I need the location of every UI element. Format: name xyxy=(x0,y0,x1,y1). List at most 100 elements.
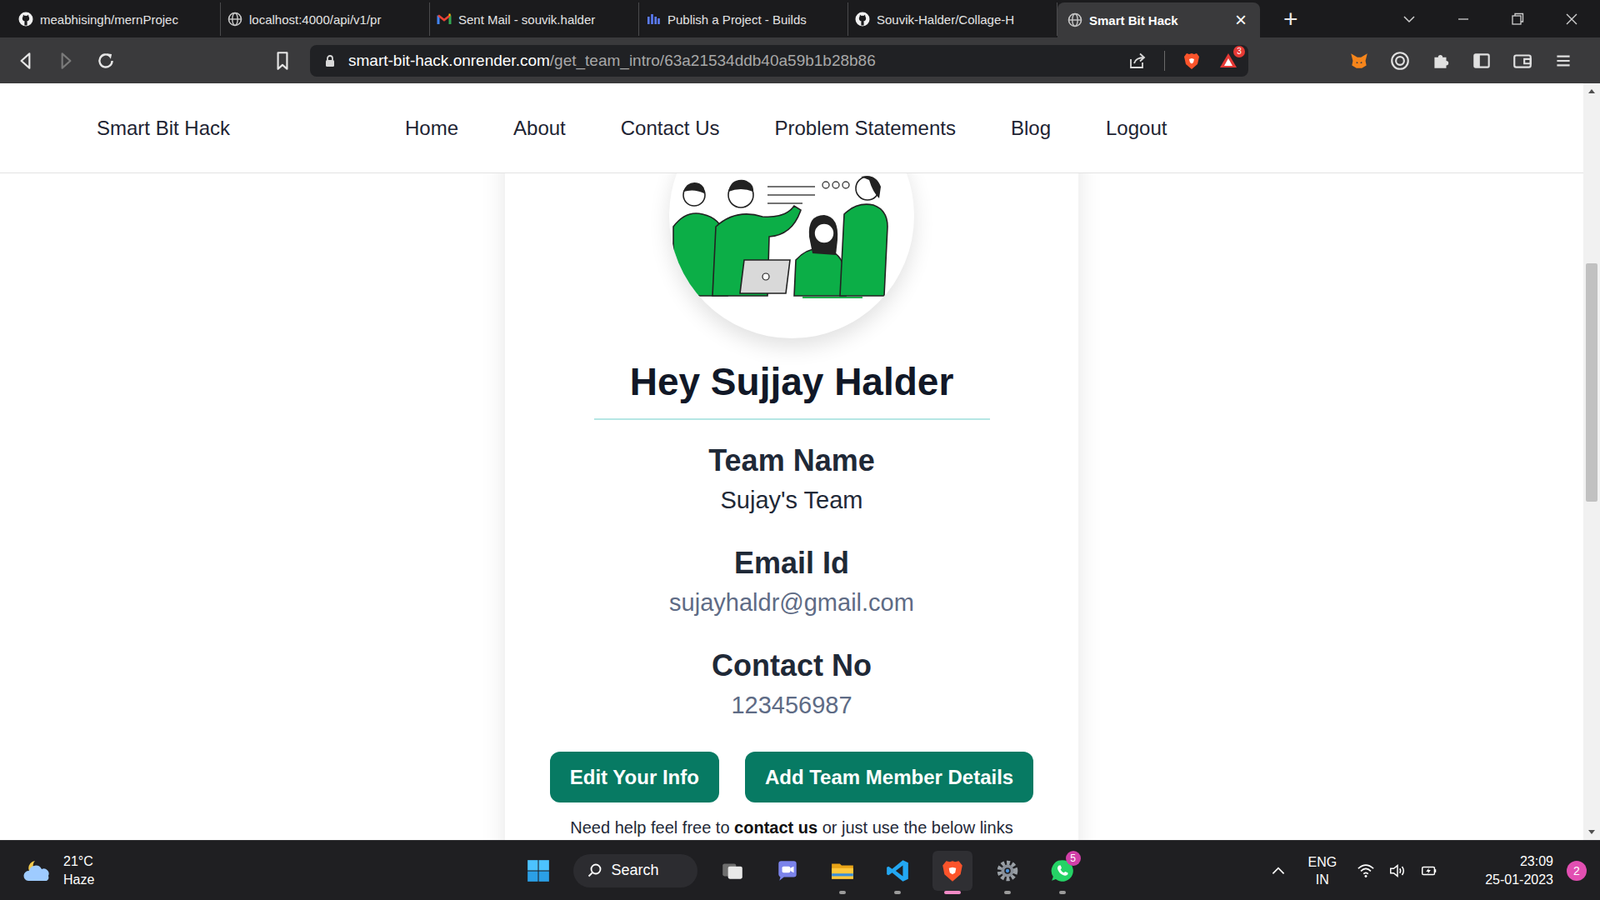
taskbar: 21°CHaze Search 5 ENGIN 23:0925-01-2023 2 xyxy=(0,840,1600,900)
brand-logo[interactable]: Smart Bit Hack xyxy=(96,116,230,140)
help-text: Need help feel free to contact us or jus… xyxy=(570,817,1013,838)
system-tray: ENGIN 23:0925-01-2023 2 xyxy=(1082,852,1600,890)
scroll-down-icon[interactable] xyxy=(1583,823,1600,840)
nav-link[interactable]: Blog xyxy=(1010,116,1051,140)
nav-link[interactable]: Home xyxy=(405,116,459,140)
wifi-icon[interactable] xyxy=(1356,861,1375,880)
close-window-icon[interactable] xyxy=(1563,10,1580,28)
info-field: Team NameSujay's Team xyxy=(708,442,875,515)
rewards-badge: 3 xyxy=(1233,45,1245,58)
taskbar-app[interactable] xyxy=(822,850,863,891)
nav-links: Home About Contact Us Problem Statements Blo… xyxy=(405,116,1167,140)
battery-icon[interactable] xyxy=(1420,861,1439,880)
weather-widget[interactable]: 21°CHaze xyxy=(0,852,519,890)
field-label: Team Name xyxy=(708,442,875,480)
start-button[interactable] xyxy=(518,850,559,891)
info-field: Email Id sujayhaldr@gmail.com xyxy=(669,545,915,618)
language-indicator[interactable]: ENGIN xyxy=(1307,853,1337,889)
address-bar[interactable]: smart-bit-hack.onrender.com/get_team_int… xyxy=(310,45,1249,77)
tab-label: Sent Mail - souvik.halder xyxy=(458,12,632,27)
taskbar-app[interactable] xyxy=(767,850,808,891)
field-value: 123456987 xyxy=(730,690,852,720)
target-icon[interactable] xyxy=(1389,50,1411,72)
github-icon xyxy=(18,11,34,27)
scrollbar[interactable] xyxy=(1583,83,1600,840)
field-label: Email Id xyxy=(734,545,850,582)
browser-tab[interactable]: Publish a Project - Builds xyxy=(639,2,849,36)
extensions xyxy=(1348,50,1594,72)
desktop-screen: meabhisingh/mernProjec localhost:4000/api… xyxy=(0,0,1600,900)
tab-label: Smart Bit Hack xyxy=(1089,13,1225,28)
sidebar-icon[interactable] xyxy=(1470,50,1493,72)
team-info: Team NameSujay's Team Email Id sujayhaldr@… xyxy=(669,442,915,720)
taskbar-app[interactable] xyxy=(987,850,1028,891)
brave-rewards[interactable]: 3 xyxy=(1218,50,1239,71)
running-indicator xyxy=(944,890,961,895)
brave-browser-icon xyxy=(940,858,965,884)
taskbar-app[interactable] xyxy=(932,850,973,891)
menu-icon[interactable] xyxy=(1552,50,1575,72)
puzzle-icon[interactable] xyxy=(1430,50,1452,72)
date: 25-01-2023 xyxy=(1485,870,1554,890)
running-indicator xyxy=(1059,890,1066,895)
window-controls xyxy=(1400,10,1600,28)
info-field: Contact No123456987 xyxy=(711,647,872,720)
contact-us-link[interactable]: contact us xyxy=(734,818,818,837)
temperature: 21°C xyxy=(63,852,95,871)
restore-icon[interactable] xyxy=(1509,10,1526,28)
forward-icon[interactable] xyxy=(55,50,77,72)
tab-search-chevron-icon[interactable] xyxy=(1400,10,1418,28)
scroll-up-icon[interactable] xyxy=(1583,83,1600,100)
tab-label: localhost:4000/api/v1/pr xyxy=(249,12,423,27)
share-icon[interactable] xyxy=(1127,50,1148,71)
nav-link[interactable]: About xyxy=(513,116,566,140)
browser-tab[interactable]: Souvik-Halder/Collage-H xyxy=(848,2,1058,36)
scroll-thumb[interactable] xyxy=(1585,263,1598,502)
volume-icon[interactable] xyxy=(1388,861,1407,880)
wallet-icon[interactable] xyxy=(1511,50,1534,72)
weather-condition: Haze xyxy=(63,870,95,890)
nav-link[interactable]: Problem Statements xyxy=(775,116,956,140)
nav-link[interactable]: Logout xyxy=(1105,116,1167,140)
taskbar-app[interactable] xyxy=(877,850,918,891)
navbar: Smart Bit Hack Home About Contact Us Problem… xyxy=(0,83,1584,174)
brave-shields-icon[interactable] xyxy=(1181,50,1202,71)
field-value: sujayhaldr@gmail.com xyxy=(669,587,915,618)
tab-label: meabhisingh/mernProjec xyxy=(40,12,214,27)
browser-tab[interactable]: meabhisingh/mernProjec xyxy=(11,2,221,36)
settings-gear-icon xyxy=(995,858,1020,884)
nav-link[interactable]: Contact Us xyxy=(620,116,720,140)
browser-tab[interactable]: Smart Bit Hack × xyxy=(1057,2,1260,38)
taskbar-app[interactable] xyxy=(712,850,753,891)
new-tab-button[interactable]: + xyxy=(1278,6,1304,32)
globe-icon xyxy=(1067,12,1083,28)
scroll-track xyxy=(1583,100,1600,824)
browser-tab[interactable]: localhost:4000/api/v1/pr xyxy=(220,2,430,36)
taskbar-app[interactable]: 5 xyxy=(1042,850,1083,891)
page-viewport: Smart Bit Hack Home About Contact Us Problem… xyxy=(0,83,1600,840)
running-indicator xyxy=(894,890,901,895)
reload-icon[interactable] xyxy=(95,50,117,72)
team-people-icon xyxy=(669,173,915,339)
bookmark-icon[interactable] xyxy=(271,50,294,72)
search-label: Search xyxy=(611,861,660,880)
search-box[interactable]: Search xyxy=(573,854,698,888)
search-icon xyxy=(586,862,604,880)
minimize-icon[interactable] xyxy=(1455,10,1472,28)
metamask-fox-icon[interactable] xyxy=(1348,50,1370,72)
show-hidden-icons-chevron-icon[interactable] xyxy=(1269,861,1288,880)
url-domain: smart-bit-hack.onrender.com xyxy=(348,51,550,70)
notifications-badge[interactable]: 2 xyxy=(1566,860,1587,881)
greeting-heading: Hey Sujjay Halder xyxy=(594,358,990,420)
tab-close-button[interactable]: × xyxy=(1231,10,1250,30)
browser-tab[interactable]: Sent Mail - souvik.halder xyxy=(430,2,640,36)
tab-label: Publish a Project - Builds xyxy=(667,12,841,27)
task-view-icon xyxy=(720,858,745,884)
action-button[interactable]: Add Team Member Details xyxy=(745,751,1034,803)
tab-strip: meabhisingh/mernProjec localhost:4000/api… xyxy=(0,0,1600,38)
action-button[interactable]: Edit Your Info xyxy=(550,751,720,803)
clock[interactable]: 23:0925-01-2023 xyxy=(1485,852,1554,890)
vscode-icon xyxy=(885,858,910,884)
back-icon[interactable] xyxy=(15,50,37,72)
chat-icon xyxy=(775,858,800,884)
